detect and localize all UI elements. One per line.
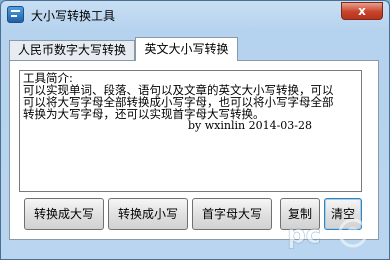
window-title: 大小写转换工具 bbox=[31, 9, 116, 23]
title-bar[interactable]: 大小写转换工具 x bbox=[1, 1, 389, 29]
close-button[interactable]: x bbox=[341, 2, 383, 20]
capitalize-first-button[interactable]: 首字母大写 bbox=[192, 198, 272, 230]
text-editor[interactable]: 工具简介: 可以实现单词、段落、语句以及文章的英文大小写转换，可以 可以将大写字… bbox=[19, 70, 362, 192]
tab-rmb-uppercase[interactable]: 人民币数字大写转换 bbox=[9, 40, 135, 60]
tab-english-case[interactable]: 英文大小写转换 bbox=[135, 37, 238, 61]
app-window: 大小写转换工具 x 人民币数字大写转换 英文大小写转换 工具简介: 可以实现单词… bbox=[0, 0, 390, 260]
svg-text:pc: pc bbox=[287, 220, 321, 250]
to-lowercase-button[interactable]: 转换成小写 bbox=[108, 198, 188, 230]
editor-signature-line: by wxinlin 2014-03-28 bbox=[188, 119, 313, 132]
to-uppercase-button[interactable]: 转换成大写 bbox=[24, 198, 104, 230]
watermark-logo: pc bbox=[287, 218, 368, 250]
app-icon bbox=[7, 6, 24, 23]
